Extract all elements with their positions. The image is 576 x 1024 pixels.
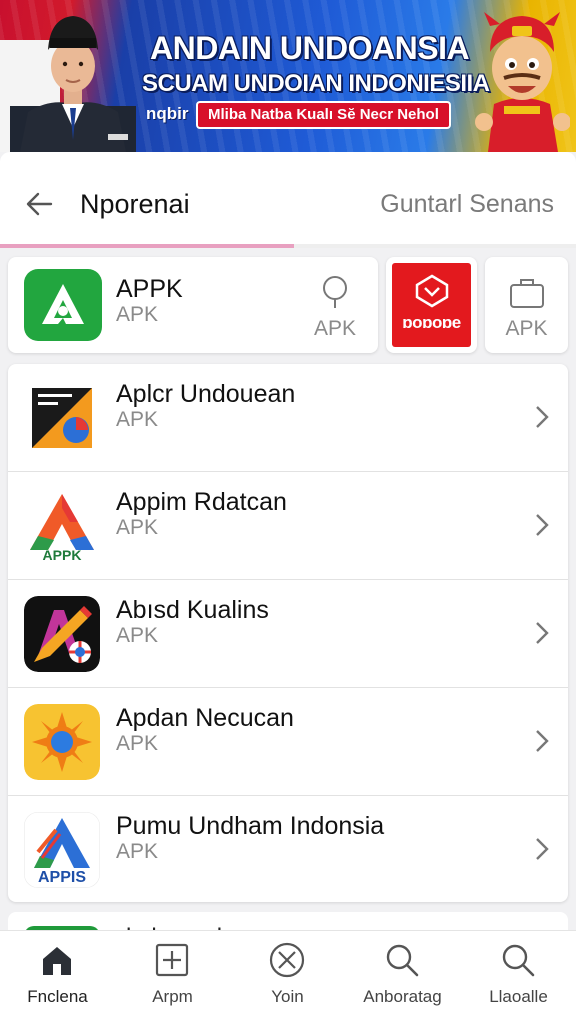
featured-app-card[interactable]: APPK APK APK <box>8 257 378 353</box>
page-title: Nporenai <box>80 189 190 219</box>
orange-photo-icon <box>24 380 100 456</box>
briefcase-icon <box>510 279 544 308</box>
featured-app-icon <box>24 269 102 341</box>
pin-label: APK <box>314 317 357 340</box>
nav-label: Arpm <box>152 987 193 1006</box>
app-subtitle: APK <box>116 840 159 863</box>
apps-triangle-icon: APPK <box>24 488 100 564</box>
nav-label: Anboratag <box>363 987 442 1006</box>
back-button[interactable] <box>24 186 56 222</box>
arrow-left-icon <box>26 192 53 216</box>
banner-tag: nqbir <box>146 104 189 123</box>
chevron-right-icon <box>536 838 549 860</box>
svg-text:APPK: APPK <box>43 547 82 563</box>
bag-tile[interactable]: APK <box>485 257 568 353</box>
sun-icon <box>24 704 100 780</box>
promo-banner[interactable]: ANDAIN UNDOANSIA SCUAM UNDOIAN INDONIESI… <box>0 0 576 152</box>
app-title: Abısd Kualins <box>116 596 269 624</box>
nav-item-add[interactable]: Arpm <box>115 931 230 1024</box>
triangle-logo-icon <box>42 284 84 324</box>
nav-label: Yoin <box>271 987 304 1006</box>
app-list: Aplcr Undouean APK APPK Appim Rdatcan AP… <box>8 364 568 902</box>
header-action-link[interactable]: Guntarl Senans <box>380 186 554 222</box>
nav-label: Fnclena <box>27 987 88 1006</box>
app-subtitle: APK <box>116 624 159 647</box>
featured-app-subtitle: APK <box>116 303 159 326</box>
promo-badge: ɒoɒoɒe <box>392 263 471 347</box>
bottom-nav: Fnclena Arpm Yoin Anboratag Llaoalle <box>0 930 576 1024</box>
presenter-illustration <box>10 16 136 152</box>
chevron-right-icon <box>536 514 549 536</box>
nav-item-search[interactable]: Anboratag <box>345 931 460 1024</box>
list-item[interactable]: APPK Appim Rdatcan APK <box>8 472 568 580</box>
list-item[interactable]: Apdan Necucan APK <box>8 688 568 796</box>
add-square-icon <box>153 941 191 979</box>
app-title: Apdan Necucan <box>116 704 294 732</box>
banner-pill: Mliba Natba Kualı Sĕ Necr Nehol <box>196 101 451 129</box>
apps-logo-icon: APPIS <box>24 812 100 888</box>
app-subtitle: APK <box>116 732 159 755</box>
bag-label: APK <box>505 317 548 340</box>
app-title: Pumu Undham Indonsia <box>116 812 385 840</box>
pencil-letter-icon <box>24 596 100 672</box>
location-pin-icon <box>323 276 347 308</box>
nav-label: Llaoalle <box>489 987 548 1006</box>
svg-text:APPIS: APPIS <box>38 869 86 886</box>
list-item[interactable]: Aplcr Undouean APK <box>8 364 568 472</box>
search-icon <box>383 941 421 979</box>
promo-label: ɒoɒoɒe <box>402 313 461 332</box>
featured-app-title: APPK <box>116 275 183 303</box>
list-item[interactable]: APPIS Pumu Undham Indonsia APK <box>8 796 568 902</box>
home-icon <box>38 941 76 979</box>
banner-headline: ANDAIN UNDOANSIA <box>150 30 470 66</box>
chevron-right-icon <box>536 622 549 644</box>
app-subtitle: APK <box>116 516 159 539</box>
chevron-right-icon <box>536 730 549 752</box>
close-circle-icon <box>268 941 306 979</box>
app-subtitle: APK <box>116 408 159 431</box>
nav-item-home[interactable]: Fnclena <box>0 931 115 1024</box>
search-icon <box>499 941 537 979</box>
promo-tile[interactable]: ɒoɒoɒe <box>386 257 477 353</box>
chevron-badge-icon <box>415 274 449 308</box>
banner-subheadline: SCUAM UNDOIAN INDONIESIIA <box>142 70 490 97</box>
chevron-right-icon <box>536 406 549 428</box>
nav-item-close[interactable]: Yoin <box>230 931 345 1024</box>
app-title: Aplcr Undouean <box>116 380 296 408</box>
list-item[interactable]: Abısd Kualins APK <box>8 580 568 688</box>
app-title: Appim Rdatcan <box>116 488 287 516</box>
nav-item-search-2[interactable]: Llaoalle <box>461 931 576 1024</box>
progress-fill <box>0 244 294 248</box>
